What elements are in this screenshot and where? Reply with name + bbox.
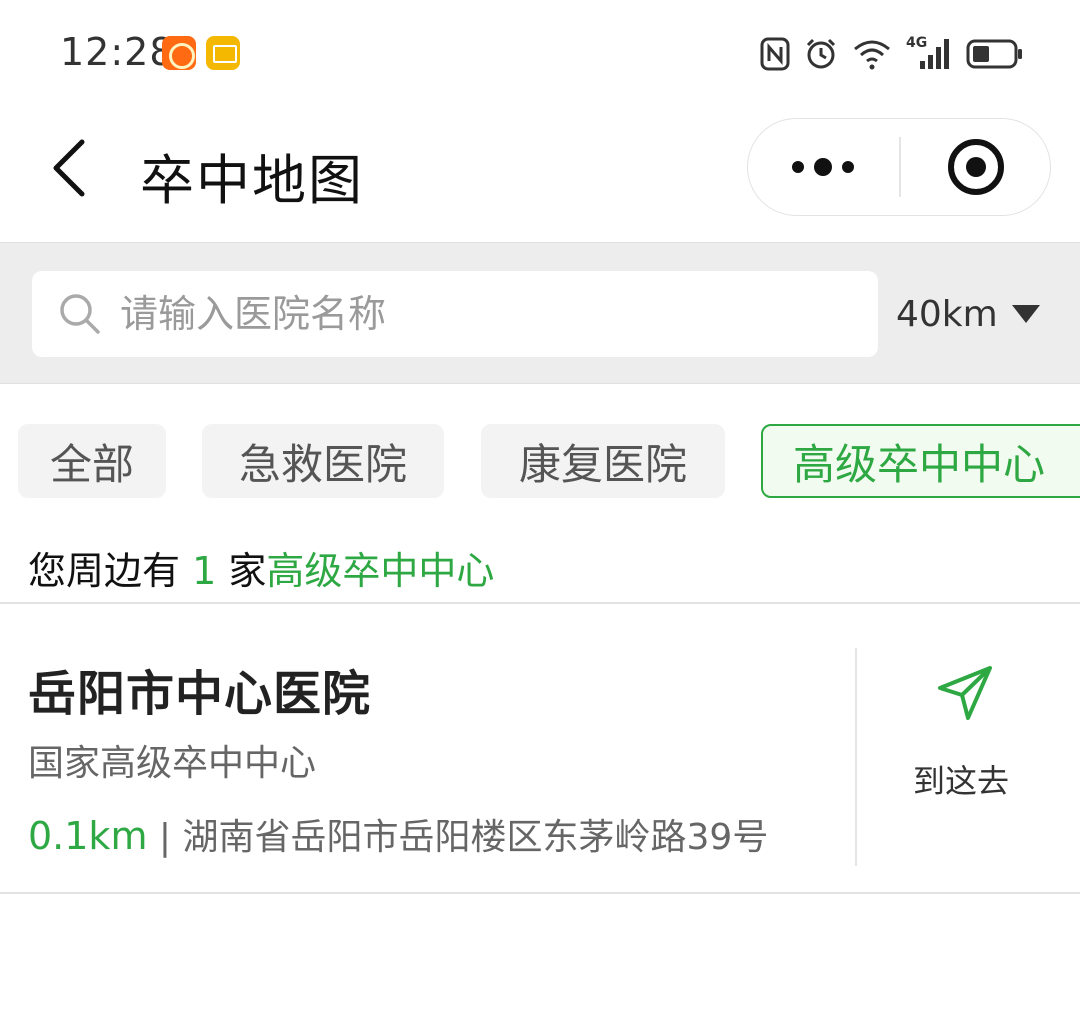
hospital-name: 岳阳市中心医院 <box>28 666 372 722</box>
category-tabs: 全部 急救医院 康复医院 高级卒中中心 <box>0 384 1080 524</box>
app-header: 卒中地图 <box>0 108 1080 242</box>
summary-count: 1 <box>192 549 217 593</box>
battery-icon <box>966 39 1022 69</box>
search-box[interactable] <box>32 271 878 357</box>
navigation-arrow-icon <box>938 666 992 720</box>
caret-down-icon <box>1011 305 1040 323</box>
wifi-icon <box>854 40 890 70</box>
more-dots-icon <box>792 158 854 176</box>
result-count-summary: 您周边有 1 家高级卒中中心 <box>28 540 494 595</box>
hospital-distance: 0.1km <box>28 814 148 858</box>
tab-advanced-stroke-center[interactable]: 高级卒中中心 <box>761 424 1080 498</box>
summary-category: 高级卒中中心 <box>266 549 495 593</box>
tab-emergency-hospital[interactable]: 急救医院 <box>202 424 444 498</box>
distance-value: 40km <box>896 293 998 335</box>
page-title: 卒中地图 <box>140 149 364 212</box>
cellular-signal-icon: 4G <box>906 35 952 71</box>
tab-all[interactable]: 全部 <box>18 424 166 498</box>
mail-app-icon <box>206 36 240 70</box>
summary-prefix: 您周边有 <box>28 549 181 593</box>
nfc-icon <box>760 37 790 71</box>
navigate-button[interactable]: 到这去 <box>858 648 1080 866</box>
card-divider <box>855 648 857 866</box>
search-icon <box>60 294 100 334</box>
mini-program-capsule <box>747 118 1051 216</box>
search-bar-area: 40km <box>0 242 1080 384</box>
hospital-address-line: 0.1km | 湖南省岳阳市岳阳楼区东茅岭路39号 <box>28 808 768 860</box>
list-divider-bottom <box>0 892 1080 894</box>
status-time: 12:28 <box>60 30 175 74</box>
navigate-label: 到这去 <box>912 762 1009 800</box>
tab-rehab-hospital[interactable]: 康复医院 <box>481 424 725 498</box>
close-mini-program-button[interactable] <box>901 119 1051 215</box>
chevron-left-icon <box>53 139 85 197</box>
address-separator: | <box>158 817 172 858</box>
more-menu-button[interactable] <box>748 119 898 215</box>
hospital-search-input[interactable] <box>120 271 860 357</box>
taobao-app-icon <box>162 36 196 70</box>
target-circle-icon <box>948 139 1004 195</box>
status-bar: 12:28 4G <box>0 0 1080 108</box>
alarm-icon <box>806 38 836 69</box>
back-button[interactable] <box>40 130 100 206</box>
hospital-list-item[interactable]: 岳阳市中心医院 国家高级卒中中心 0.1km | 湖南省岳阳市岳阳楼区东茅岭路3… <box>0 604 1080 892</box>
summary-unit: 家 <box>228 549 267 593</box>
hospital-address: 湖南省岳阳市岳阳楼区东茅岭路39号 <box>182 817 769 858</box>
hospital-level: 国家高级卒中中心 <box>28 743 317 784</box>
distance-dropdown[interactable]: 40km <box>880 271 1080 357</box>
status-indicators: 4G <box>760 34 1024 74</box>
